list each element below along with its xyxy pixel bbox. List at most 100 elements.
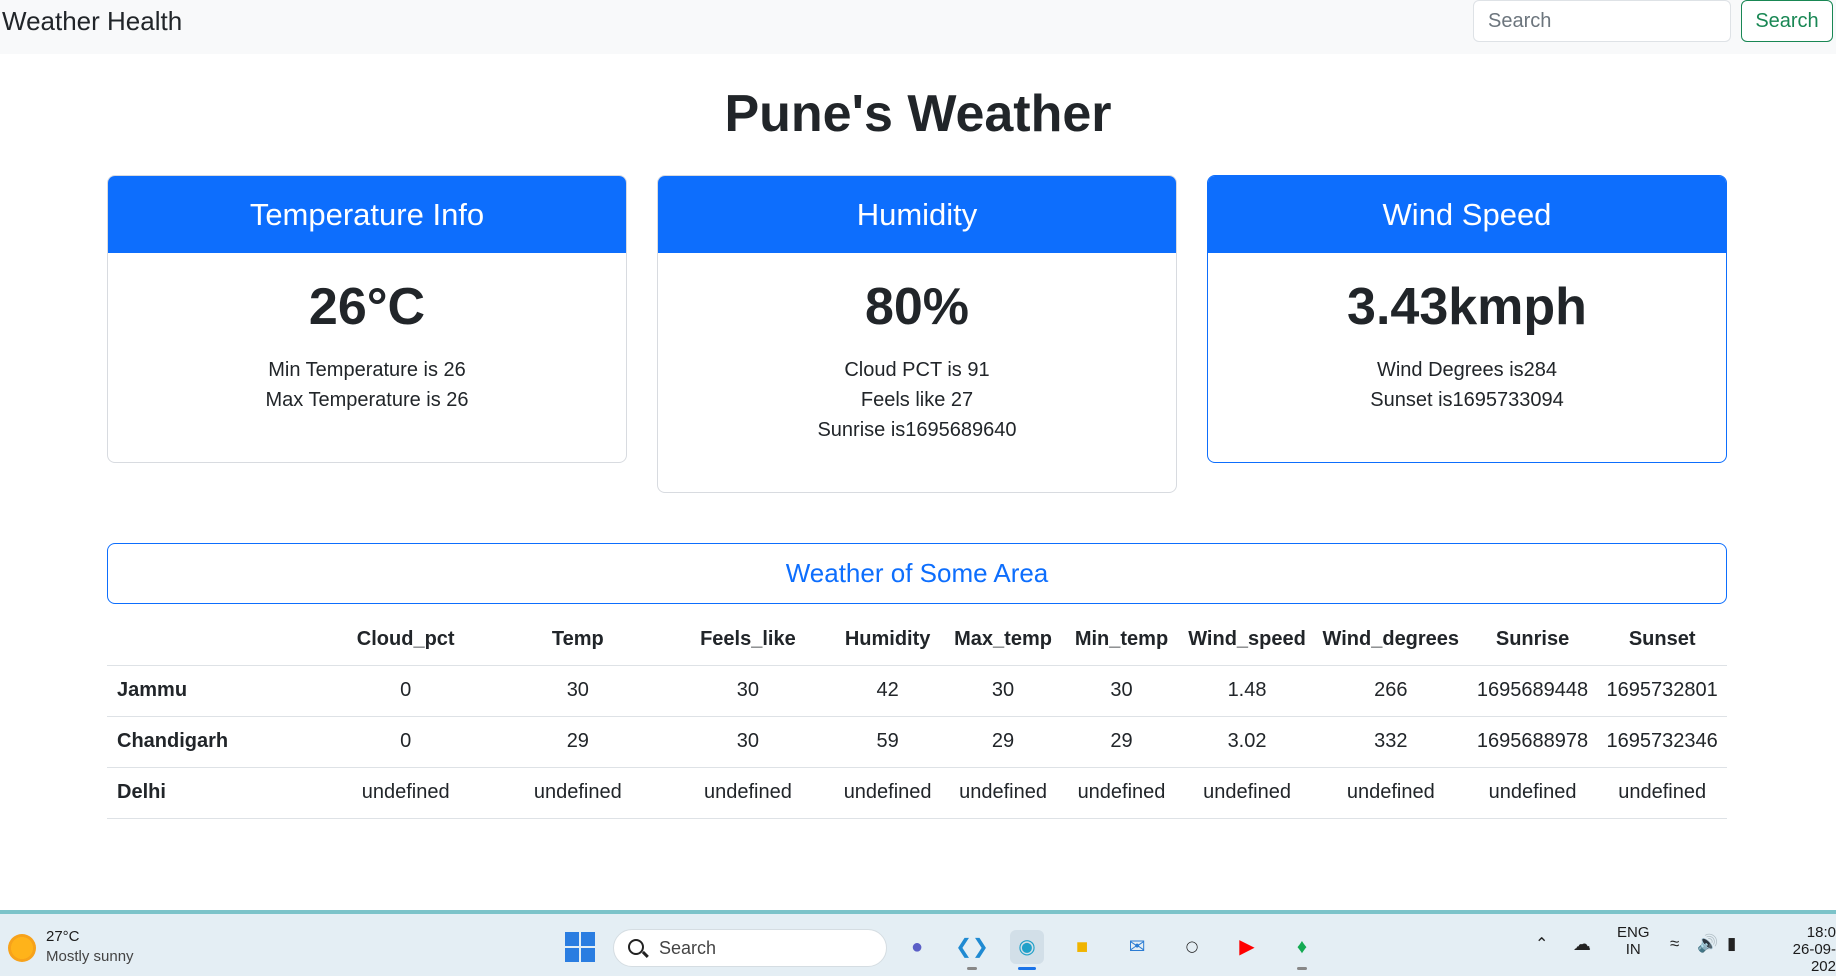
table-cell: 0 — [319, 665, 492, 717]
column-header: Wind_degrees — [1313, 614, 1468, 666]
edge-icon[interactable]: ◉ — [1010, 930, 1044, 970]
feels-like-text: Feels like 27 — [860, 389, 974, 411]
temperature-card-header: Temperature Info — [108, 176, 626, 253]
row-city: Chandigarh — [107, 716, 320, 768]
taskbar-search-label: Search — [659, 938, 717, 958]
column-header: Feels_like — [663, 614, 832, 666]
table-cell: 1695732801 — [1597, 665, 1727, 717]
search-icon — [628, 939, 644, 955]
table-cell: undefined — [1313, 767, 1468, 819]
navbar: Weather Health Search Search — [0, 0, 1836, 54]
table-cell: 1.48 — [1180, 665, 1314, 717]
table-cell: undefined — [319, 767, 492, 819]
wind-card: Wind Speed 3.43kmph Wind Degrees is284 S… — [1207, 175, 1727, 463]
table-cell: 30 — [491, 665, 664, 717]
language-top: ENG — [1617, 924, 1650, 941]
table-cell: undefined — [491, 767, 664, 819]
file-explorer-icon[interactable]: ■ — [1065, 930, 1099, 964]
table-cell: 29 — [491, 716, 664, 768]
table-cell: undefined — [663, 767, 832, 819]
row-city: Jammu — [107, 665, 320, 717]
table-cell: 30 — [663, 665, 832, 717]
weather-widget-temp: 27°C — [46, 928, 80, 945]
table-cell: 1695732346 — [1597, 716, 1727, 768]
mongodb-icon[interactable]: ♦ — [1285, 930, 1319, 970]
humidity-details: Cloud PCT is 91 Feels like 27 Sunrise is… — [658, 355, 1176, 445]
sunrise-text: Sunrise is1695689640 — [817, 419, 1017, 441]
column-header: Sunrise — [1467, 614, 1598, 666]
table-cell: 42 — [831, 665, 944, 717]
taskbar: 27°C Mostly sunny Search ● ❮❯ ◉ ■ ✉ ◯ ▶ … — [0, 910, 1836, 976]
wind-details: Wind Degrees is284 Sunset is1695733094 — [1208, 355, 1726, 415]
row-city: Delhi — [107, 767, 320, 819]
table-cell: undefined — [1180, 767, 1314, 819]
brand-title[interactable]: Weather Health — [2, 6, 182, 37]
temperature-value: 26°C — [308, 278, 426, 336]
column-header: Cloud_pct — [319, 614, 492, 666]
table-row: Delhi undefined undefined undefined unde… — [107, 767, 1727, 819]
clock-time: 18:0 — [1806, 924, 1836, 941]
table-cell: undefined — [943, 767, 1063, 819]
column-header: Sunset — [1597, 614, 1727, 666]
column-header: Temp — [491, 614, 664, 666]
table-cell: 29 — [1062, 716, 1181, 768]
temperature-details: Min Temperature is 26 Max Temperature is… — [108, 355, 626, 415]
table-cell: 30 — [943, 665, 1063, 717]
table-cell: 59 — [831, 716, 944, 768]
table-cell: undefined — [1062, 767, 1181, 819]
wind-speed-value: 3.43kmph — [1347, 278, 1587, 336]
column-header: Max_temp — [943, 614, 1063, 666]
windows-start-icon[interactable] — [565, 932, 595, 962]
table-cell: undefined — [831, 767, 944, 819]
search-input[interactable]: Search — [1473, 0, 1731, 42]
search-button[interactable]: Search — [1741, 0, 1833, 42]
clock[interactable]: 18:0 26-09-202 — [1770, 924, 1836, 975]
column-header: Humidity — [831, 614, 944, 666]
table-cell: 29 — [943, 716, 1063, 768]
sun-icon — [8, 934, 36, 962]
humidity-card-header: Humidity — [658, 176, 1176, 253]
column-header — [107, 614, 320, 666]
wifi-icon[interactable]: ≈ — [1670, 934, 1679, 954]
table-cell: 30 — [663, 716, 832, 768]
table-row: Chandigarh 0 29 30 59 29 29 3.02 332 169… — [107, 716, 1727, 768]
battery-icon[interactable]: ▮ — [1727, 934, 1736, 954]
language-indicator[interactable]: ENG IN — [1617, 924, 1650, 958]
youtube-icon[interactable]: ▶ — [1230, 930, 1264, 964]
volume-icon[interactable]: 🔊 — [1697, 934, 1718, 954]
column-header: Min_temp — [1062, 614, 1181, 666]
humidity-value: 80% — [864, 278, 970, 336]
sunset-text: Sunset is1695733094 — [1370, 389, 1564, 411]
humidity-card: Humidity 80% Cloud PCT is 91 Feels like … — [657, 175, 1177, 493]
weather-table: Cloud_pct Temp Feels_like Humidity Max_t… — [107, 614, 1727, 819]
vscode-icon[interactable]: ❮❯ — [955, 930, 989, 970]
language-bottom: IN — [1625, 941, 1641, 958]
taskbar-search[interactable]: Search — [613, 929, 887, 967]
max-temperature-text: Max Temperature is 26 — [265, 389, 469, 411]
table-header-row: Cloud_pct Temp Feels_like Humidity Max_t… — [107, 614, 1727, 666]
wind-card-header: Wind Speed — [1208, 176, 1726, 253]
cloud-pct-text: Cloud PCT is 91 — [844, 359, 990, 381]
weather-widget-desc: Mostly sunny — [46, 948, 134, 965]
teams-icon[interactable]: ● — [900, 930, 934, 964]
clock-date: 26-09-202 — [1792, 941, 1836, 975]
page-title: Pune's Weather — [724, 85, 1112, 143]
table-cell: 1695689448 — [1467, 665, 1598, 717]
table-cell: 1695688978 — [1467, 716, 1598, 768]
table-cell: undefined — [1467, 767, 1598, 819]
table-cell: 266 — [1313, 665, 1468, 717]
table-row: Jammu 0 30 30 42 30 30 1.48 266 16956894… — [107, 665, 1727, 717]
area-section-header: Weather of Some Area — [107, 543, 1727, 604]
mail-icon[interactable]: ✉ — [1120, 930, 1154, 964]
dell-icon[interactable]: ◯ — [1175, 930, 1209, 964]
table-cell: 0 — [319, 716, 492, 768]
temperature-card: Temperature Info 26°C Min Temperature is… — [107, 175, 627, 463]
column-header: Wind_speed — [1180, 614, 1314, 666]
chevron-up-icon[interactable]: ⌃ — [1535, 934, 1548, 954]
table-cell: 30 — [1062, 665, 1181, 717]
wind-degrees-text: Wind Degrees is284 — [1376, 359, 1558, 381]
table-cell: undefined — [1597, 767, 1727, 819]
table-cell: 3.02 — [1180, 716, 1314, 768]
table-cell: 332 — [1313, 716, 1468, 768]
onedrive-icon[interactable]: ☁ — [1573, 934, 1591, 955]
